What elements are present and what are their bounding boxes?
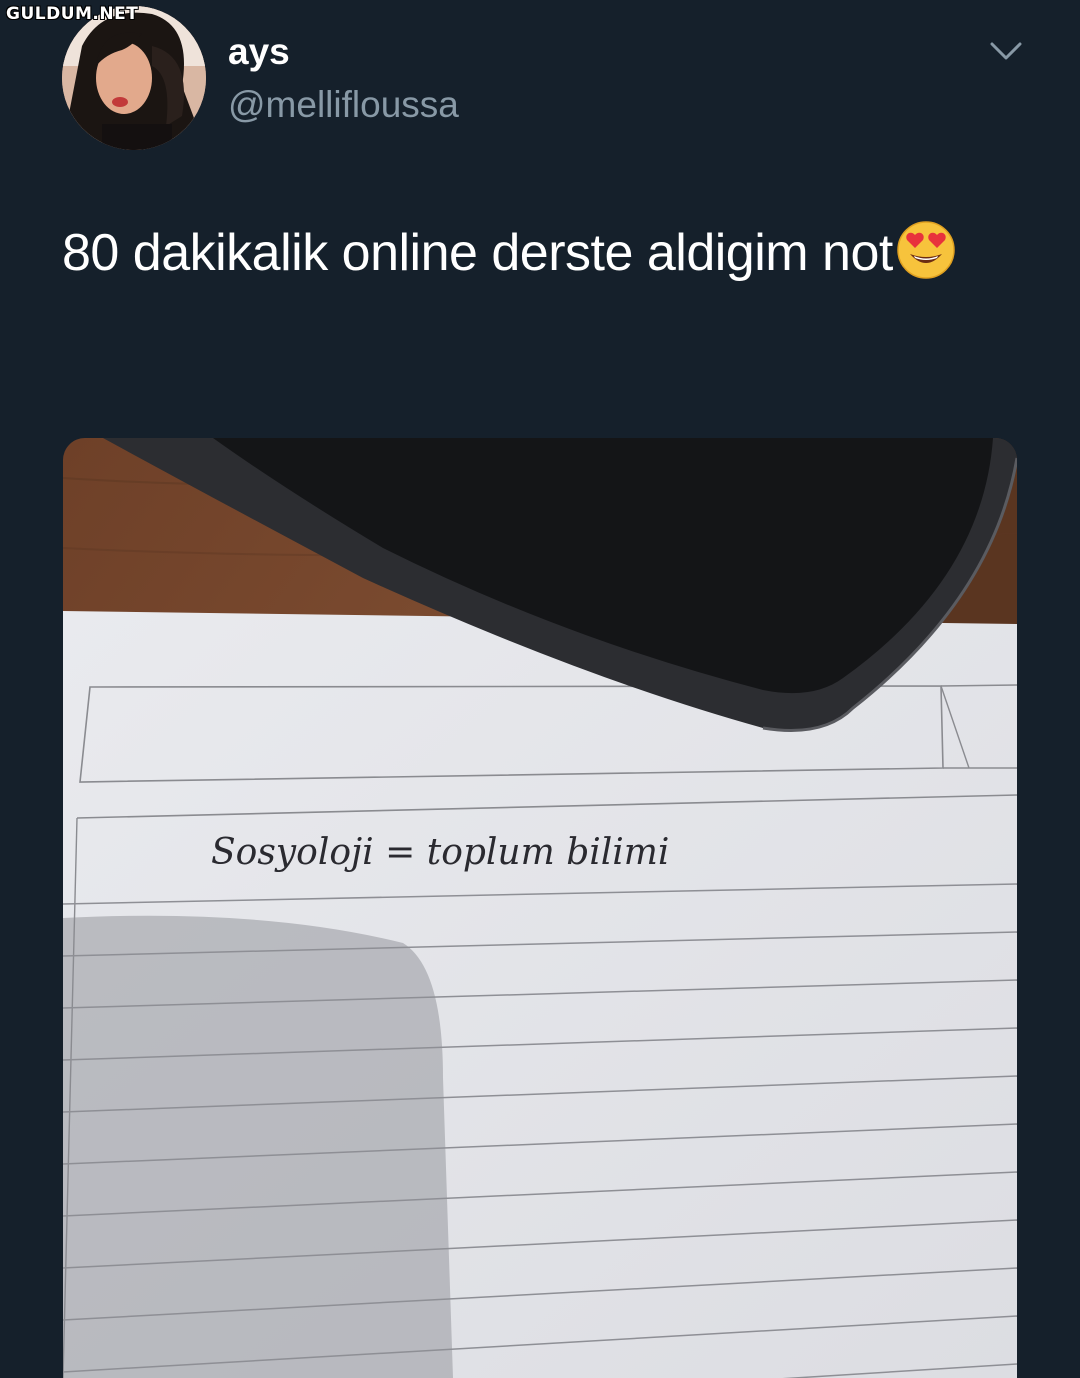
author-handle[interactable]: @mellifloussa xyxy=(228,83,459,127)
tweet-text-content: 80 dakikalik online derste aldigim not xyxy=(62,224,893,282)
handwritten-note: Sosyoloji = toplum bilimi xyxy=(211,832,669,873)
heart-eyes-emoji-icon xyxy=(896,220,956,280)
avatar[interactable] xyxy=(62,6,206,150)
tweet-photo[interactable]: Sosyoloji = toplum bilimi xyxy=(63,438,1017,1378)
site-watermark: GULDUM.NET xyxy=(6,4,139,24)
author-display-name[interactable]: ays xyxy=(228,30,290,74)
tweet-text: 80 dakikalik online derste aldigim not xyxy=(62,210,962,296)
chevron-down-icon[interactable] xyxy=(986,34,1026,68)
